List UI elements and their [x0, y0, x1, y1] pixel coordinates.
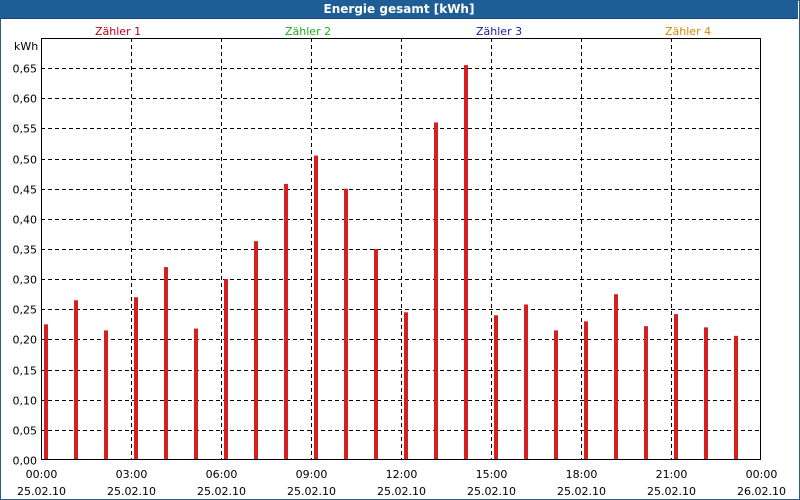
bar — [194, 328, 198, 460]
x-tick-time-label: 00:00 — [26, 468, 58, 481]
y-tick-label: 0,55 — [13, 123, 38, 136]
x-tick-date-label: 25.02.10 — [377, 485, 426, 498]
bar — [524, 304, 528, 460]
bar — [734, 335, 738, 460]
y-tick-label: 0,65 — [13, 63, 38, 76]
bar — [164, 267, 168, 460]
bar — [674, 314, 678, 460]
y-tick-label: 0,15 — [13, 365, 38, 378]
bar — [44, 324, 48, 460]
bar — [104, 330, 108, 460]
bar — [614, 294, 618, 460]
y-tick-label: 0,00 — [13, 455, 38, 468]
bar — [224, 279, 228, 460]
x-tick-date-label: 25.02.10 — [647, 485, 696, 498]
bar — [554, 330, 558, 460]
x-tick-time-label: 21:00 — [656, 468, 688, 481]
x-tick-time-label: 06:00 — [206, 468, 238, 481]
x-tick-date-label: 25.02.10 — [197, 485, 246, 498]
x-tick-date-label: 25.02.10 — [107, 485, 156, 498]
bar — [584, 321, 588, 460]
y-tick-label: 0,40 — [13, 214, 38, 227]
bar — [134, 297, 138, 460]
y-tick-label: 0,10 — [13, 395, 38, 408]
x-tick-time-label: 03:00 — [116, 468, 148, 481]
bar — [284, 183, 288, 461]
y-tick-label: 0,05 — [13, 425, 38, 438]
x-tick-date-label: 25.02.10 — [287, 485, 336, 498]
bar — [314, 155, 318, 461]
y-tick-label: 0,25 — [13, 304, 38, 317]
x-tick-time-label: 15:00 — [476, 468, 508, 481]
x-tick-time-label: 00:00 — [746, 468, 778, 481]
x-tick-date-label: 26.02.10 — [737, 485, 786, 498]
bar — [374, 249, 378, 460]
y-tick-label: 0,35 — [13, 244, 38, 257]
x-tick-date-label: 25.02.10 — [17, 485, 66, 498]
x-tick-date-label: 25.02.10 — [557, 485, 606, 498]
y-tick-label: 0,20 — [13, 334, 38, 347]
y-tick-label: 0,30 — [13, 274, 38, 287]
bar — [404, 312, 408, 460]
x-tick-time-label: 09:00 — [296, 468, 328, 481]
bar — [434, 122, 438, 461]
y-tick-label: 0,50 — [13, 154, 38, 167]
x-tick-date-label: 25.02.10 — [467, 485, 516, 498]
bar — [74, 300, 78, 460]
y-tick-label: 0,45 — [13, 184, 38, 197]
bar — [494, 315, 498, 460]
x-tick-time-label: 12:00 — [386, 468, 418, 481]
y-tick-label: 0,60 — [13, 93, 38, 106]
bar — [254, 241, 258, 460]
bar — [464, 65, 468, 460]
bar-chart: 0,00 0,05 0,10 0,15 0,20 0,25 0,30 0,35 0,40 0,45… — [13, 38, 786, 498]
bar — [644, 326, 648, 460]
bar — [704, 327, 708, 460]
bar — [344, 188, 348, 460]
x-tick-time-label: 18:00 — [566, 468, 598, 481]
